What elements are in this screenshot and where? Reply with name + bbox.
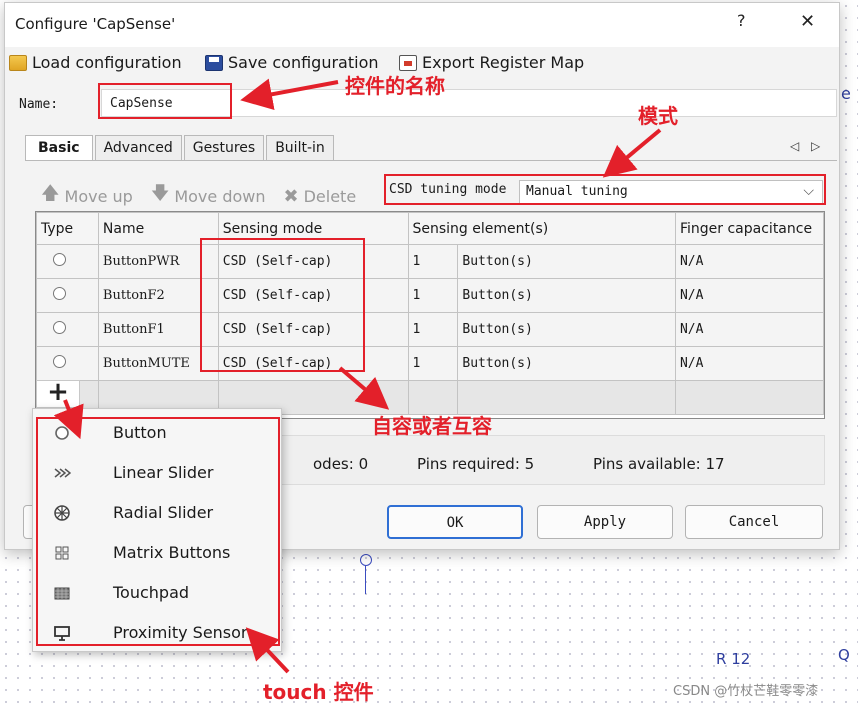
- watermark: CSDN @竹杖芒鞋零零漆: [673, 684, 819, 699]
- arrow-to-widget-list: [245, 627, 290, 674]
- arrow-to-name: [240, 78, 339, 111]
- arrow-to-mode: [602, 128, 662, 178]
- annotation-arrows: [53, 78, 662, 674]
- arrow-to-menu: [53, 399, 84, 440]
- arrow-to-sensing-mode: [338, 366, 390, 410]
